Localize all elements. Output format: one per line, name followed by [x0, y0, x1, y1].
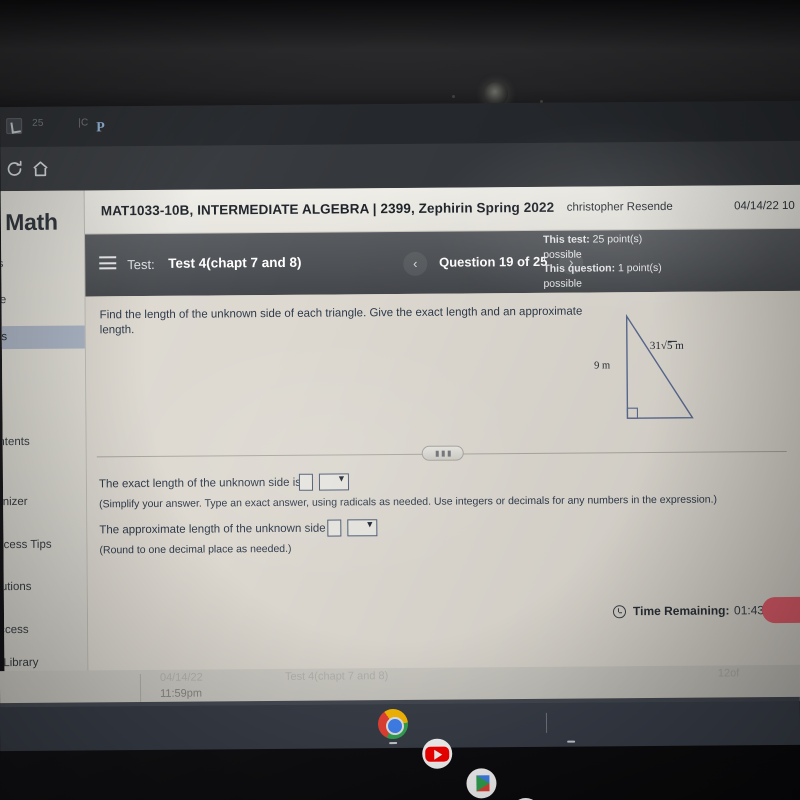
previous-question-button[interactable]: ‹ [403, 251, 428, 276]
stop-test-button[interactable] [761, 596, 800, 624]
approx-answer-unit-dropdown[interactable] [347, 519, 378, 537]
hamburger-menu-icon[interactable] [99, 256, 117, 270]
home-icon[interactable] [30, 159, 50, 179]
browser-tabstrip[interactable]: 25 |C P [0, 100, 800, 148]
page-viewport: ab Math urses Home ments Plan ook r Cont… [0, 184, 800, 708]
divider-drag-handle[interactable] [421, 445, 464, 461]
reload-icon[interactable] [4, 159, 24, 179]
sidebar-item-organizer[interactable]: Organizer [1, 490, 89, 514]
triangle-hypotenuse-label: 31√ 5 m [650, 340, 684, 352]
sidebar-item-success[interactable]: r Success [1, 618, 89, 642]
background-row-date: 04/14/22 [159, 671, 203, 684]
answer-hint-exact: (Simplify your answer. Type an exact ans… [99, 493, 718, 511]
mylab-math-brand: ab Math [1, 208, 58, 236]
play-store-icon[interactable] [466, 768, 497, 799]
answer-row-exact: The exact length of the unknown side is [99, 477, 301, 491]
youtube-icon[interactable] [422, 738, 453, 769]
question-prompt: Find the length of the unknown side of e… [99, 305, 583, 337]
sidebar-item-solutions[interactable]: t Solutions [1, 575, 89, 599]
this-question-label: This question: [543, 262, 616, 275]
test-header: Test: Test 4(chapt 7 and 8) ‹ Question 1… [85, 228, 800, 297]
background-row-assignment: Test 4(chapt 7 and 8) [284, 670, 389, 683]
question-counter: Question 19 of 25 [438, 253, 548, 270]
answer-label-approx: The approximate length of the unknown si… [99, 522, 338, 537]
browser-toolbar: ▪ 0| mylab.pearson.com bdbfd64bb0f57a1a4… [0, 140, 800, 211]
answer-input-group-approx [327, 519, 378, 537]
clock-icon [612, 605, 627, 619]
chrome-icon[interactable] [377, 708, 409, 740]
exact-answer-unit-dropdown[interactable] [318, 473, 350, 491]
course-banner: MAT1033-10B, INTERMEDIATE ALGEBRA | 2399… [84, 184, 800, 235]
course-sidebar: ab Math urses Home ments Plan ook r Cont… [0, 190, 89, 708]
background-row-divider [139, 674, 142, 703]
shelf-separator [545, 712, 548, 733]
points-summary: This test: 25 point(s) possible This que… [543, 232, 683, 291]
sidebar-item-contents[interactable]: r Contents [1, 430, 89, 454]
this-test-label: This test: [543, 233, 590, 246]
hyp-coefficient: 31 [649, 339, 661, 353]
exact-answer-input[interactable] [298, 473, 314, 491]
laptop-bezel [0, 0, 800, 110]
current-date: 04/14/22 10 [734, 199, 795, 213]
answer-row-approx: The approximate length of the unknown si… [99, 523, 337, 537]
answer-label-exact: The exact length of the unknown side is [98, 476, 302, 491]
sidebar-item-assignments[interactable]: ments [0, 325, 88, 350]
approx-answer-input[interactable] [327, 519, 342, 537]
chrome-running-indicator [389, 742, 398, 745]
answer-hint-approx: (Round to one decimal place as needed.) [99, 542, 292, 557]
browser-window: 25 |C P ▪ 0| mylab.pearson. [0, 100, 800, 708]
course-title: MAT1033-10B, INTERMEDIATE ALGEBRA | 2399… [100, 199, 555, 219]
chromeos-shelf [0, 696, 800, 800]
background-row-time: 11:59pm [160, 687, 203, 700]
radical-icon: √ [661, 340, 677, 352]
time-remaining-label: Time Remaining: [632, 603, 730, 619]
user-name[interactable]: christopher Resende [567, 201, 673, 214]
sidebar-item-study-plan[interactable]: Plan [1, 360, 89, 384]
tab-ghost-2[interactable]: |C [78, 117, 88, 128]
test-label: Test: [127, 256, 155, 273]
pearson-logo-icon: P [96, 120, 105, 136]
triangle-svg [625, 313, 694, 419]
triangle-leg-label: 9 m [594, 360, 611, 372]
background-row-right: 12of [717, 667, 740, 680]
tab-ghost-1[interactable]: 25 [32, 118, 44, 129]
sidebar-item-ebook[interactable]: ook [1, 395, 89, 419]
files-running-indicator [567, 740, 576, 743]
question-body: Find the length of the unknown side of e… [85, 290, 800, 707]
laptop-photo: 25 |C P ▪ 0| mylab.pearson. [0, 0, 800, 800]
hyp-unit: m [672, 339, 684, 352]
sidebar-item-courses[interactable]: urses [1, 252, 89, 276]
answer-input-group-exact [298, 473, 350, 491]
extension-icon[interactable] [6, 117, 23, 135]
sidebar-item-success-tips[interactable]: t Success Tips [1, 533, 89, 557]
timer-bar: Time Remaining: 01:43:26 [88, 589, 800, 645]
test-name: Test 4(chapt 7 and 8) [168, 254, 302, 271]
triangle-figure: 9 m 31√ 5 m [586, 309, 787, 441]
sidebar-item-home[interactable]: Home [1, 288, 89, 312]
